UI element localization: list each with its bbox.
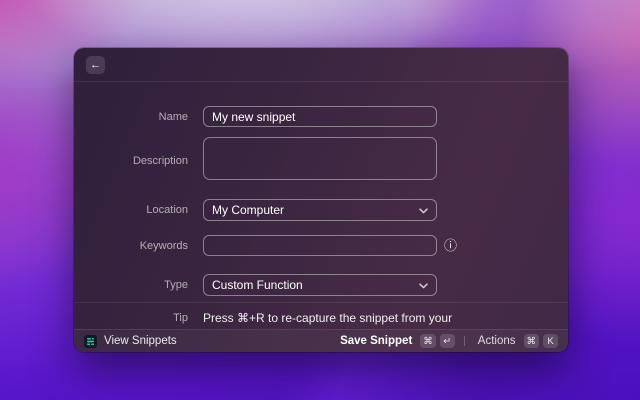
- location-value: My Computer: [212, 203, 285, 217]
- footer-separator: [463, 336, 465, 346]
- view-snippets-label: View Snippets: [104, 335, 177, 347]
- actions-button[interactable]: Actions: [478, 335, 516, 347]
- keywords-label: Keywords: [139, 239, 188, 252]
- description-textarea[interactable]: [203, 136, 437, 180]
- location-dropdown[interactable]: My Computer: [203, 199, 437, 221]
- name-input[interactable]: [203, 106, 437, 127]
- info-icon[interactable]: ⓘ: [444, 239, 457, 252]
- chevron-down-icon: [419, 278, 428, 292]
- create-snippet-window: ← Name Description Location My Computer …: [74, 48, 568, 352]
- location-label: Location: [146, 204, 188, 216]
- tip-text: Press ⌘+R to re-capture the snippet from…: [203, 311, 453, 325]
- description-label: Description: [132, 154, 188, 167]
- keywords-input[interactable]: [203, 235, 437, 256]
- window-header: ←: [74, 48, 568, 82]
- cmd-key-badge: ⌘: [420, 334, 436, 348]
- save-snippet-button[interactable]: Save Snippet: [340, 335, 412, 347]
- type-dropdown[interactable]: Custom Function: [203, 274, 437, 296]
- k-key-badge: K: [543, 334, 558, 348]
- cmd-key-badge: ⌘: [523, 334, 539, 348]
- description-row: Description: [74, 136, 568, 182]
- chevron-down-icon: [419, 203, 428, 217]
- tip-label: Tip: [173, 312, 188, 324]
- back-button[interactable]: ←: [86, 56, 105, 74]
- view-snippets-button[interactable]: View Snippets: [84, 334, 177, 348]
- keywords-row: Keywords ⓘ: [74, 235, 568, 256]
- name-label: Name: [158, 110, 188, 123]
- snippets-icon: [84, 334, 97, 348]
- name-row: Name: [74, 106, 568, 127]
- back-arrow-icon: ←: [90, 59, 101, 71]
- action-bar: View Snippets Save Snippet ⌘ ↵ Actions ⌘…: [74, 329, 568, 352]
- type-value: Custom Function: [212, 278, 303, 292]
- tip-row: Tip Press ⌘+R to re-capture the snippet …: [74, 308, 568, 328]
- location-row: Location My Computer: [74, 199, 568, 221]
- type-label: Type: [164, 279, 188, 291]
- return-key-badge: ↵: [439, 334, 455, 348]
- tip-divider: [74, 302, 568, 303]
- type-row: Type Custom Function: [74, 274, 568, 296]
